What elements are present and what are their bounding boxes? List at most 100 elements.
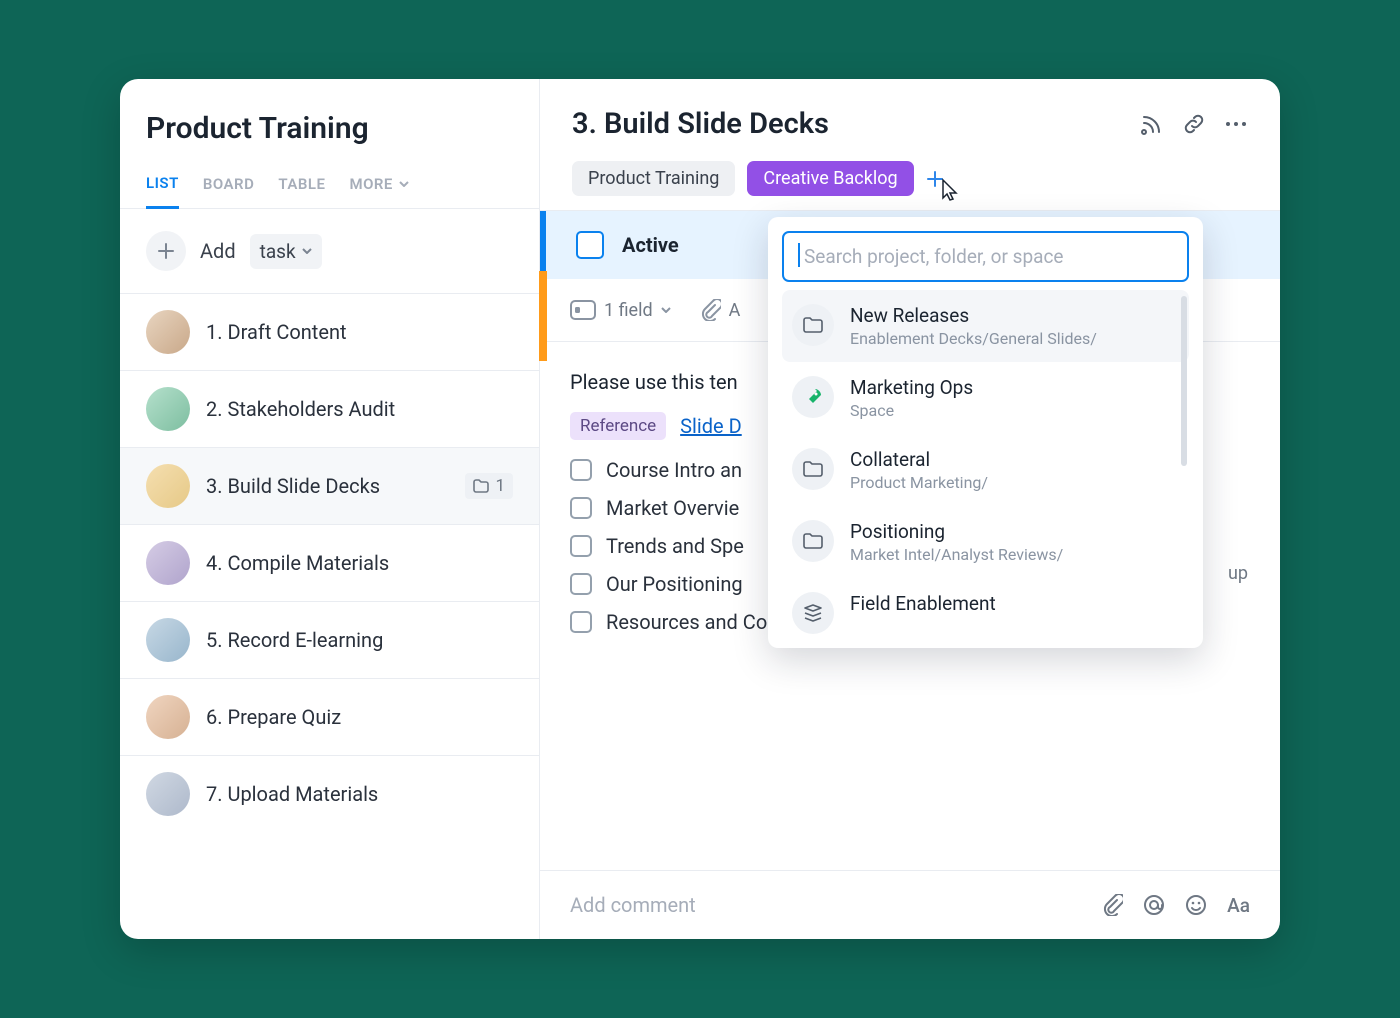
folder-icon <box>792 304 834 346</box>
dropdown-item-title: New Releases <box>850 304 1097 327</box>
comment-input[interactable]: Add comment <box>570 893 696 917</box>
task-row[interactable]: 3. Build Slide Decks 1 <box>120 448 539 525</box>
project-title: Product Training <box>146 111 513 146</box>
checkbox[interactable] <box>570 459 592 481</box>
rollup-label: up <box>1228 563 1248 584</box>
avatar <box>146 310 190 354</box>
emoji-icon[interactable] <box>1185 894 1207 917</box>
view-tabs: LIST BOARD TABLE MORE <box>120 174 539 209</box>
attach-label: A <box>729 300 741 321</box>
attach-button[interactable]: A <box>701 299 741 321</box>
dropdown-item-title: Field Enablement <box>850 592 996 615</box>
task-label: 2. Stakeholders Audit <box>206 397 513 421</box>
task-row[interactable]: 1. Draft Content <box>120 294 539 371</box>
avatar <box>146 695 190 739</box>
folder-icon <box>473 479 489 493</box>
tag-row: Product Training Creative Backlog <box>572 161 1248 196</box>
sidebar: Product Training LIST BOARD TABLE MORE A… <box>120 79 540 939</box>
checkbox[interactable] <box>570 535 592 557</box>
dropdown-item-sub: Product Marketing/ <box>850 473 988 492</box>
rocket-icon <box>792 376 834 418</box>
task-header: 3. Build Slide Decks Product Training Cr… <box>540 79 1280 211</box>
search-placeholder: Search project, folder, or space <box>804 245 1064 268</box>
avatar <box>146 387 190 431</box>
checkbox[interactable] <box>570 573 592 595</box>
dropdown-item-title: Collateral <box>850 448 988 471</box>
dropdown-item[interactable]: New Releases Enablement Decks/General Sl… <box>782 290 1189 362</box>
add-label: Add <box>200 239 236 263</box>
link-icon[interactable] <box>1182 112 1206 136</box>
main-panel: 3. Build Slide Decks Product Training Cr… <box>540 79 1280 939</box>
task-subitem-count: 1 <box>495 476 505 496</box>
text-format-icon[interactable]: Aa <box>1227 894 1250 917</box>
check-label: Course Intro an <box>606 458 742 482</box>
checkbox[interactable] <box>570 497 592 519</box>
tag-project[interactable]: Product Training <box>572 161 735 196</box>
mention-icon[interactable] <box>1143 894 1165 917</box>
status-checkbox[interactable] <box>576 231 604 259</box>
task-row[interactable]: 6. Prepare Quiz <box>120 679 539 756</box>
cursor-icon <box>940 178 962 202</box>
folder-icon <box>792 520 834 562</box>
task-row[interactable]: 7. Upload Materials <box>120 756 539 832</box>
status-label: Active <box>622 233 679 257</box>
rss-icon[interactable] <box>1140 112 1164 136</box>
task-label: 6. Prepare Quiz <box>206 705 513 729</box>
header-actions <box>1140 112 1248 136</box>
tab-list[interactable]: LIST <box>146 174 179 209</box>
tab-more[interactable]: MORE <box>349 174 408 208</box>
paperclip-icon <box>701 299 721 321</box>
tab-more-label: MORE <box>349 175 392 193</box>
avatar <box>146 772 190 816</box>
dropdown-list: New Releases Enablement Decks/General Sl… <box>782 290 1189 634</box>
task-label: 1. Draft Content <box>206 320 513 344</box>
dropdown-item-title: Positioning <box>850 520 1063 543</box>
dropdown-item-sub: Enablement Decks/General Slides/ <box>850 329 1097 348</box>
plus-icon <box>157 242 175 260</box>
field-icon <box>570 300 596 320</box>
stack-icon <box>792 592 834 634</box>
checkbox[interactable] <box>570 611 592 633</box>
tab-board[interactable]: BOARD <box>203 174 255 208</box>
sidebar-header: Product Training <box>120 79 539 174</box>
paperclip-icon[interactable] <box>1103 894 1123 917</box>
chevron-down-icon <box>302 248 312 254</box>
task-label: 4. Compile Materials <box>206 551 513 575</box>
more-icon[interactable] <box>1224 112 1248 136</box>
avatar <box>146 618 190 662</box>
side-marker <box>539 271 547 361</box>
app-window: Product Training LIST BOARD TABLE MORE A… <box>120 79 1280 939</box>
task-label: 5. Record E-learning <box>206 628 513 652</box>
comment-tools: Aa <box>1103 894 1250 917</box>
task-row[interactable]: 4. Compile Materials <box>120 525 539 602</box>
fields-count-label: 1 field <box>604 300 653 321</box>
add-type-label: task <box>260 240 296 263</box>
dropdown-item[interactable]: Collateral Product Marketing/ <box>782 434 1189 506</box>
scrollbar[interactable] <box>1181 296 1187 466</box>
task-row[interactable]: 5. Record E-learning <box>120 602 539 679</box>
dropdown-item[interactable]: Field Enablement <box>782 578 1189 634</box>
check-label: Trends and Spe <box>606 534 744 558</box>
avatar <box>146 464 190 508</box>
task-subitem-badge: 1 <box>465 473 513 499</box>
add-button[interactable] <box>146 231 186 271</box>
fields-button[interactable]: 1 field <box>570 300 671 321</box>
dropdown-item-title: Marketing Ops <box>850 376 973 399</box>
tag-backlog[interactable]: Creative Backlog <box>747 161 913 196</box>
reference-link[interactable]: Slide D <box>680 414 742 438</box>
dropdown-item[interactable]: Marketing Ops Space <box>782 362 1189 434</box>
dropdown-item-sub: Space <box>850 401 973 420</box>
dropdown-item-sub: Market Intel/Analyst Reviews/ <box>850 545 1063 564</box>
add-task-row: Add task <box>120 209 539 294</box>
chevron-down-icon <box>399 181 409 187</box>
avatar <box>146 541 190 585</box>
dropdown-item[interactable]: Positioning Market Intel/Analyst Reviews… <box>782 506 1189 578</box>
task-title: 3. Build Slide Decks <box>572 107 829 141</box>
task-row[interactable]: 2. Stakeholders Audit <box>120 371 539 448</box>
search-input[interactable]: Search project, folder, or space <box>782 231 1189 282</box>
chevron-down-icon <box>661 307 671 313</box>
add-tag-button[interactable] <box>926 170 944 188</box>
tab-table[interactable]: TABLE <box>278 174 325 208</box>
add-type-selector[interactable]: task <box>250 234 322 269</box>
check-label: Market Overvie <box>606 496 739 520</box>
